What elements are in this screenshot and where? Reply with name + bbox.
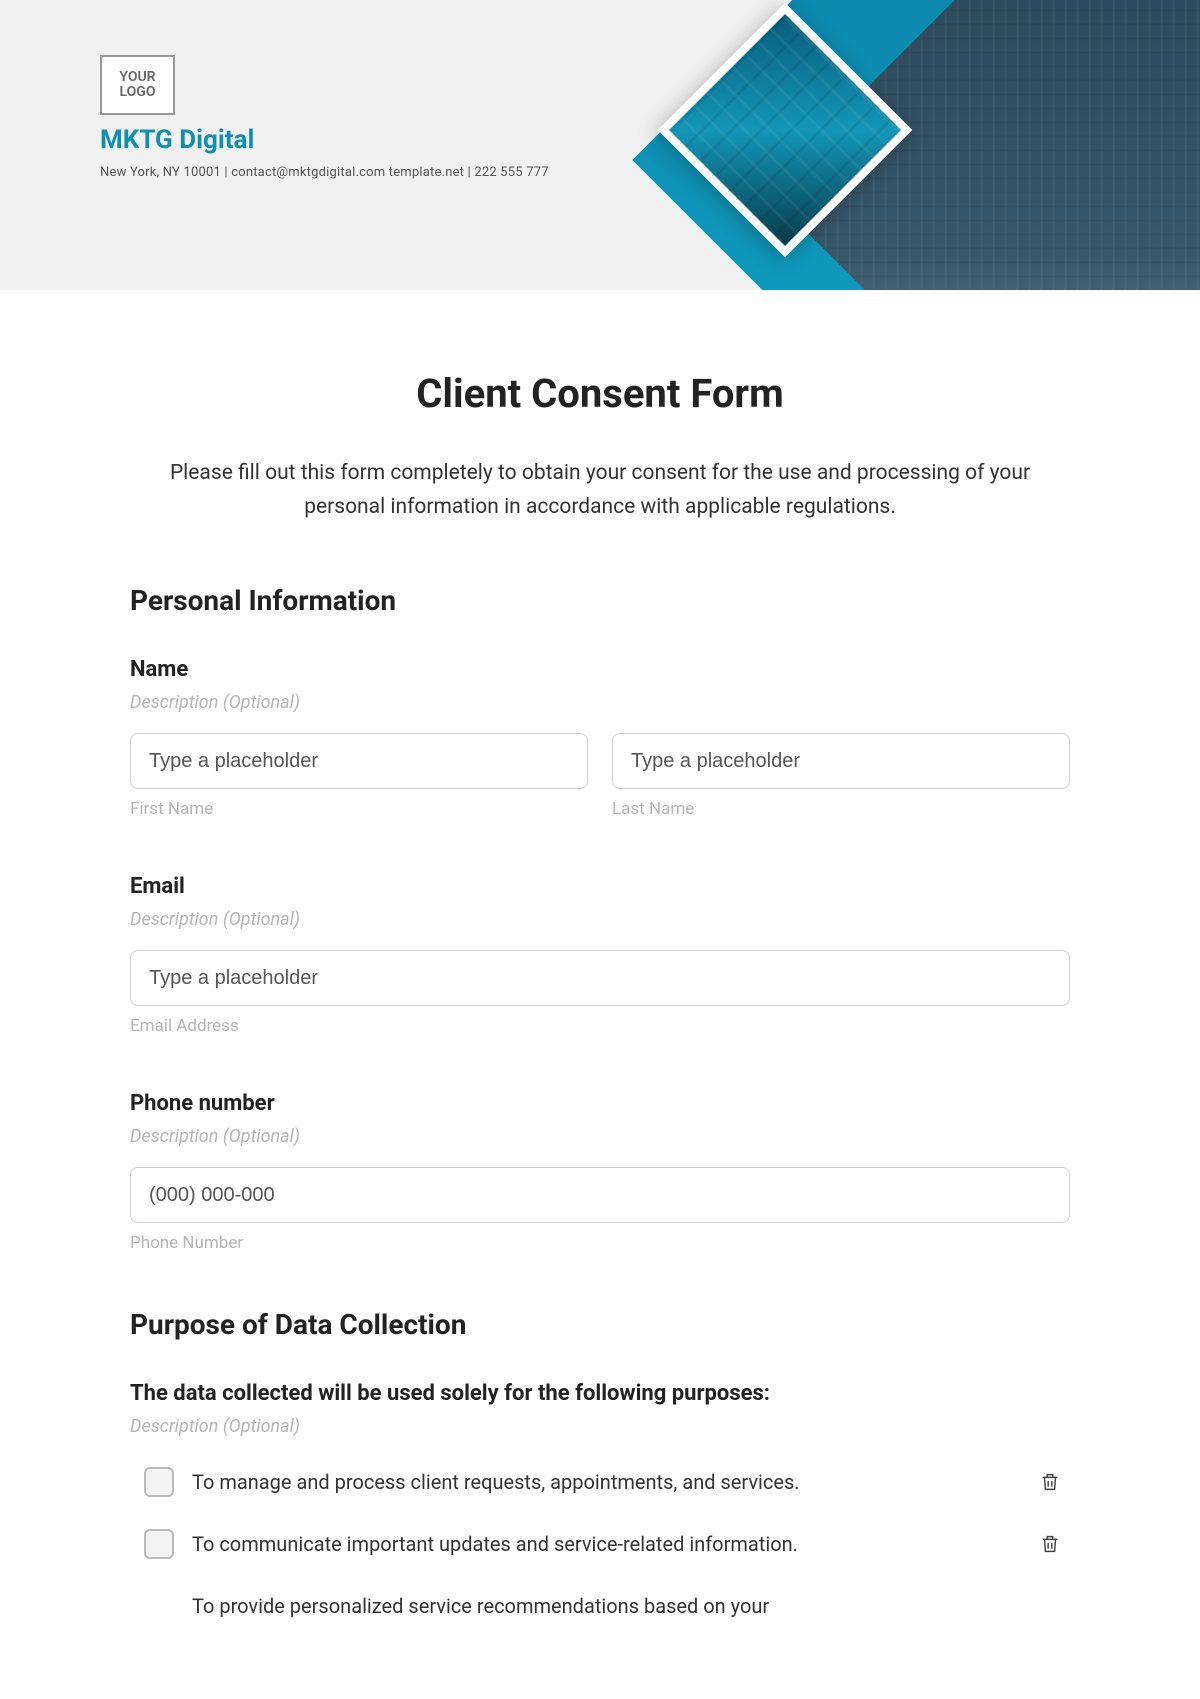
purpose-description[interactable]: Description (Optional) bbox=[130, 1416, 1070, 1437]
email-input[interactable] bbox=[130, 950, 1070, 1006]
field-phone: Phone number Description (Optional) Phon… bbox=[130, 1091, 1070, 1253]
logo-placeholder: YOUR LOGO bbox=[100, 55, 175, 115]
phone-label: Phone number bbox=[130, 1091, 1070, 1116]
form-container: Client Consent Form Please fill out this… bbox=[0, 290, 1200, 1631]
email-description[interactable]: Description (Optional) bbox=[130, 909, 1070, 930]
email-label: Email bbox=[130, 874, 1070, 899]
header-graphic bbox=[580, 0, 1200, 290]
phone-sublabel: Phone Number bbox=[130, 1233, 1070, 1253]
purpose-option-row: To manage and process client requests, a… bbox=[130, 1457, 1070, 1507]
form-title: Client Consent Form bbox=[130, 370, 1070, 417]
purpose-option-row: To provide personalized service recommen… bbox=[130, 1581, 1070, 1631]
field-email: Email Description (Optional) Email Addre… bbox=[130, 874, 1070, 1036]
trash-icon[interactable] bbox=[1038, 1531, 1062, 1557]
section-personal-heading: Personal Information bbox=[130, 584, 1070, 617]
purpose-option-row: To communicate important updates and ser… bbox=[130, 1519, 1070, 1569]
header-banner: YOUR LOGO MKTG Digital New York, NY 1000… bbox=[0, 0, 1200, 290]
checkbox[interactable] bbox=[144, 1529, 174, 1559]
contact-info: New York, NY 10001 | contact@mktgdigital… bbox=[100, 165, 549, 180]
section-purpose-heading: Purpose of Data Collection bbox=[130, 1308, 1070, 1341]
phone-input[interactable] bbox=[130, 1167, 1070, 1223]
name-description[interactable]: Description (Optional) bbox=[130, 692, 1070, 713]
first-name-input[interactable] bbox=[130, 733, 588, 789]
form-intro: Please fill out this form completely to … bbox=[150, 457, 1050, 524]
last-name-input[interactable] bbox=[612, 733, 1070, 789]
brand-name: MKTG Digital bbox=[100, 125, 254, 155]
trash-icon[interactable] bbox=[1038, 1469, 1062, 1495]
name-label: Name bbox=[130, 657, 1070, 682]
email-sublabel: Email Address bbox=[130, 1016, 1070, 1036]
phone-description[interactable]: Description (Optional) bbox=[130, 1126, 1070, 1147]
purpose-option-text[interactable]: To communicate important updates and ser… bbox=[192, 1532, 1020, 1556]
last-name-sublabel: Last Name bbox=[612, 799, 1070, 819]
first-name-sublabel: First Name bbox=[130, 799, 588, 819]
field-purpose: The data collected will be used solely f… bbox=[130, 1381, 1070, 1631]
purpose-option-text[interactable]: To provide personalized service recommen… bbox=[192, 1594, 1020, 1618]
field-name: Name Description (Optional) First Name L… bbox=[130, 657, 1070, 819]
purpose-statement: The data collected will be used solely f… bbox=[130, 1381, 1070, 1406]
purpose-option-text[interactable]: To manage and process client requests, a… bbox=[192, 1470, 1020, 1494]
checkbox[interactable] bbox=[144, 1467, 174, 1497]
